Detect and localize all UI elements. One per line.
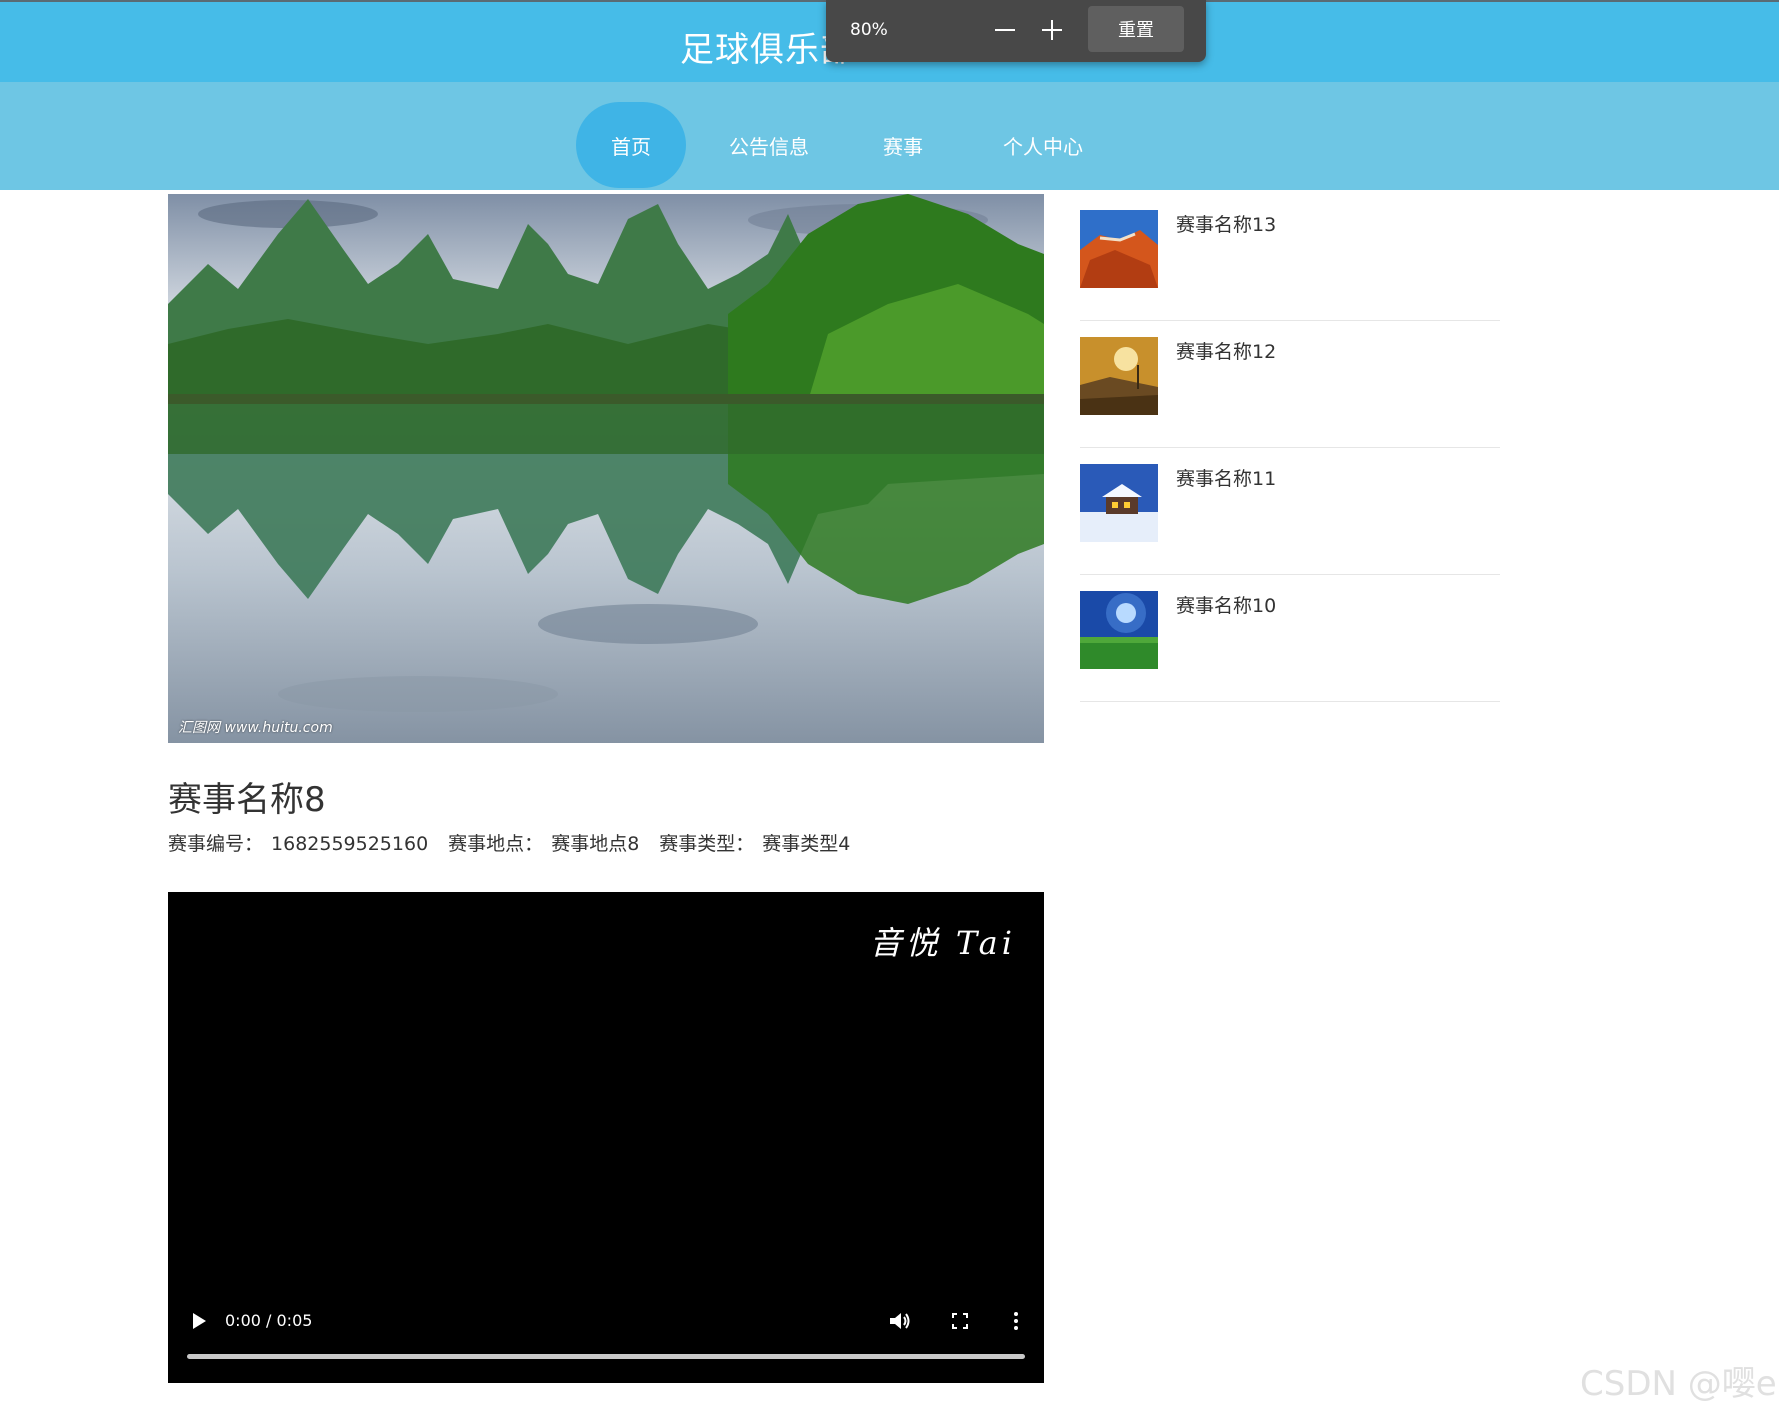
- red-rock-icon: [1080, 210, 1158, 288]
- more-options-button[interactable]: [1006, 1310, 1026, 1332]
- image-watermark: 汇图网 www.huitu.com: [178, 720, 333, 736]
- match-number: 1682559525160: [271, 833, 429, 855]
- video-time: 0:00 / 0:05: [225, 1311, 313, 1330]
- sidebar-match-item[interactable]: 赛事名称13: [1080, 194, 1500, 321]
- sidebar-match-label: 赛事名称10: [1176, 595, 1277, 617]
- minus-icon: [995, 29, 1015, 31]
- match-number-label: 赛事编号：: [168, 833, 264, 855]
- match-location-label: 赛事地点：: [448, 833, 544, 855]
- zoom-level: 80%: [850, 20, 888, 40]
- more-vertical-icon: [1014, 1312, 1018, 1330]
- blue-sky-field-icon: [1080, 591, 1158, 669]
- landscape-reflection-image: [168, 194, 1044, 743]
- nav-bar: 首页 公告信息 赛事 个人中心: [0, 82, 1779, 190]
- zoom-out-button[interactable]: [986, 12, 1022, 48]
- fullscreen-icon: [952, 1313, 968, 1329]
- sidebar-match-item[interactable]: 赛事名称12: [1080, 321, 1500, 448]
- plus-icon: [1042, 20, 1062, 40]
- match-cover-image: 汇图网 www.huitu.com: [168, 194, 1044, 743]
- video-player[interactable]: 音悦 Tai 0:00 / 0:05: [168, 892, 1044, 1383]
- nav-item-home[interactable]: 首页: [576, 102, 686, 188]
- nav-item-announcements[interactable]: 公告信息: [716, 102, 822, 188]
- sidebar-match-item[interactable]: 赛事名称11: [1080, 448, 1500, 575]
- zoom-popup: 80% 重置: [826, 0, 1206, 62]
- nav-item-matches[interactable]: 赛事: [858, 102, 948, 188]
- match-type: 赛事类型4: [762, 833, 851, 855]
- zoom-reset-button[interactable]: 重置: [1088, 6, 1184, 52]
- volume-button[interactable]: [888, 1310, 912, 1332]
- sidebar-match-label: 赛事名称12: [1176, 341, 1277, 363]
- sidebar-match-label: 赛事名称13: [1176, 214, 1277, 236]
- fullscreen-button[interactable]: [950, 1311, 970, 1331]
- nav-item-profile[interactable]: 个人中心: [990, 102, 1096, 188]
- video-progress-bar[interactable]: [187, 1354, 1025, 1359]
- match-title: 赛事名称8: [168, 780, 326, 820]
- play-button[interactable]: [190, 1312, 208, 1330]
- match-meta: 赛事编号： 1682559525160 赛事地点： 赛事地点8 赛事类型： 赛事类型4: [168, 829, 858, 856]
- video-logo: 音悦 Tai: [869, 924, 1016, 962]
- sidebar-match-label: 赛事名称11: [1176, 468, 1277, 490]
- match-type-label: 赛事类型：: [659, 833, 755, 855]
- snow-cabin-icon: [1080, 464, 1158, 542]
- page-watermark: CSDN @嘤er: [1580, 1364, 1779, 1404]
- zoom-in-button[interactable]: [1034, 12, 1070, 48]
- match-location: 赛事地点8: [551, 833, 640, 855]
- volume-icon: [890, 1313, 910, 1329]
- sunset-tree-icon: [1080, 337, 1158, 415]
- play-icon: [193, 1313, 206, 1329]
- sidebar-match-item[interactable]: 赛事名称10: [1080, 575, 1500, 702]
